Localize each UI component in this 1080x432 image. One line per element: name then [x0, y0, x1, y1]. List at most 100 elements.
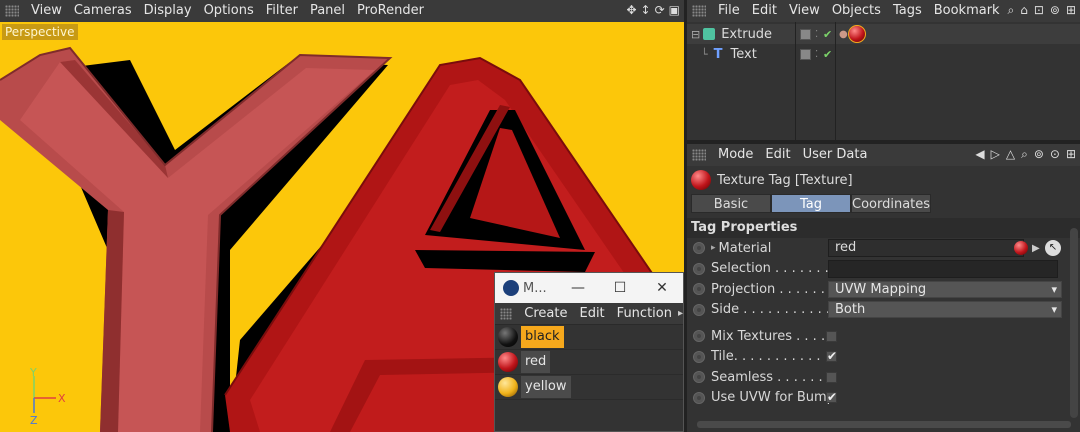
vertical-scrollbar[interactable] — [1070, 228, 1078, 418]
object-row-extrude[interactable]: ⊟ Extrude ⁚ ✔ ● — [687, 24, 1080, 44]
search-icon[interactable]: ⌕ — [1021, 147, 1028, 162]
dropdown-arrow-icon[interactable]: ▶ — [1032, 243, 1040, 254]
side-dropdown[interactable]: Both — [828, 301, 1062, 319]
menu-edit[interactable]: Edit — [759, 144, 796, 166]
new-view-icon[interactable]: ⊡ — [1034, 3, 1044, 18]
material-name[interactable]: red — [521, 351, 551, 373]
new-view-icon[interactable]: ⊙ — [1050, 147, 1060, 162]
add-panel-icon[interactable]: ⊞ — [1066, 147, 1076, 162]
enabled-check-icon[interactable]: ✔ — [823, 48, 832, 61]
rotate-view-icon[interactable]: ⟳ — [655, 3, 665, 17]
seamless-checkbox[interactable] — [826, 371, 837, 383]
menu-more-icon[interactable]: ▸ — [678, 308, 683, 319]
menu-bookmarks[interactable]: Bookmark — [928, 0, 1006, 22]
grip-icon[interactable] — [692, 5, 706, 17]
material-manager-window[interactable]: M... — ☐ ✕ Create Edit Function ▸ black … — [494, 272, 684, 432]
menu-mode[interactable]: Mode — [712, 144, 759, 166]
animation-radio[interactable] — [693, 330, 705, 343]
enabled-check-icon[interactable]: ✔ — [823, 28, 832, 41]
selection-field[interactable] — [828, 259, 1058, 278]
add-panel-icon[interactable]: ⊞ — [1066, 3, 1076, 18]
uvw-bump-checkbox[interactable]: ✔ — [826, 391, 837, 404]
menu-create[interactable]: Create — [518, 303, 573, 325]
projection-dropdown[interactable]: UVW Mapping — [828, 280, 1062, 298]
column-divider[interactable] — [835, 22, 836, 144]
layer-flag-icon[interactable] — [800, 28, 811, 40]
menu-filter[interactable]: Filter — [260, 0, 304, 22]
object-name[interactable]: Extrude — [721, 27, 772, 42]
menu-tags[interactable]: Tags — [887, 0, 928, 22]
camera-label[interactable]: Perspective — [2, 24, 78, 40]
tab-tag[interactable]: Tag — [771, 194, 851, 213]
move-view-icon[interactable]: ✥ — [626, 3, 636, 17]
back-arrow-icon[interactable]: ◀ — [975, 147, 984, 162]
close-button[interactable]: ✕ — [641, 280, 683, 296]
menu-file[interactable]: File — [712, 0, 746, 22]
expand-arrow-icon[interactable]: ▸ — [711, 243, 716, 253]
horizontal-scrollbar[interactable] — [697, 421, 1071, 428]
menu-options[interactable]: Options — [198, 0, 260, 22]
menu-objects[interactable]: Objects — [826, 0, 887, 22]
lock-icon[interactable]: ⊚ — [1034, 147, 1044, 162]
menu-cameras[interactable]: Cameras — [68, 0, 138, 22]
menu-display[interactable]: Display — [138, 0, 198, 22]
up-arrow-icon[interactable]: △ — [1006, 147, 1015, 162]
grip-icon[interactable] — [500, 307, 513, 320]
material-item-black[interactable]: black — [495, 325, 683, 350]
grip-icon[interactable] — [5, 5, 19, 17]
search-icon[interactable]: ⌕ — [1007, 3, 1014, 18]
visibility-dots-icon[interactable]: ⁚ — [815, 49, 818, 60]
section-header[interactable]: Tag Properties — [687, 218, 1080, 238]
animation-radio[interactable] — [693, 242, 705, 255]
texture-tag-icon[interactable] — [848, 25, 866, 43]
material-window-titlebar[interactable]: M... — ☐ ✕ — [495, 273, 683, 303]
menu-function[interactable]: Function — [611, 303, 678, 325]
animation-radio[interactable] — [693, 303, 705, 316]
lock-icon[interactable]: ⊚ — [1050, 3, 1060, 18]
menu-edit[interactable]: Edit — [746, 0, 783, 22]
mix-textures-checkbox[interactable] — [826, 330, 837, 342]
material-ball-icon — [498, 352, 518, 372]
animation-radio[interactable] — [693, 350, 705, 363]
animation-radio[interactable] — [693, 262, 705, 275]
object-row-text[interactable]: └ T Text ⁚ ✔ — [687, 44, 1080, 64]
column-divider[interactable] — [795, 22, 796, 144]
forward-arrow-icon[interactable]: ▷ — [991, 147, 1000, 162]
object-name[interactable]: Text — [731, 47, 757, 62]
material-field[interactable]: red — [828, 239, 1024, 258]
minimize-button[interactable]: — — [557, 280, 599, 296]
menu-view[interactable]: View — [783, 0, 826, 22]
menu-user-data[interactable]: User Data — [797, 144, 874, 166]
maximize-view-icon[interactable]: ▣ — [669, 3, 680, 17]
maximize-button[interactable]: ☐ — [599, 280, 641, 296]
material-name[interactable]: black — [521, 326, 564, 348]
tab-basic[interactable]: Basic — [691, 194, 771, 213]
tab-coordinates[interactable]: Coordinates — [851, 194, 931, 213]
material-name[interactable]: yellow — [521, 376, 571, 398]
animation-radio[interactable] — [693, 391, 705, 404]
material-ball-icon — [498, 377, 518, 397]
material-window-title: M... — [523, 280, 547, 296]
home-icon[interactable]: ⌂ — [1020, 3, 1028, 18]
prop-mix-textures: Mix Textures . . . . . . — [687, 326, 1080, 347]
material-item-red[interactable]: red — [495, 350, 683, 375]
menu-prorender[interactable]: ProRender — [351, 0, 430, 22]
material-item-yellow[interactable]: yellow — [495, 375, 683, 400]
visibility-dots-icon[interactable]: ⁚ — [815, 29, 818, 40]
animation-radio[interactable] — [693, 371, 705, 384]
material-ball-icon — [498, 327, 518, 347]
layer-flag-icon[interactable] — [800, 48, 811, 60]
menu-panel[interactable]: Panel — [304, 0, 351, 22]
menu-view[interactable]: View — [25, 0, 68, 22]
grip-icon[interactable] — [692, 149, 706, 161]
axis-x-label: X — [58, 392, 66, 405]
object-list[interactable]: ⊟ Extrude ⁚ ✔ ● └ T Text ⁚ ✔ — [687, 22, 1080, 144]
tile-checkbox[interactable]: ✔ — [826, 350, 837, 363]
menu-edit[interactable]: Edit — [573, 303, 610, 325]
material-preview-icon — [1014, 241, 1028, 256]
phong-tag-icon[interactable]: ● — [839, 29, 848, 40]
pick-cursor-icon[interactable]: ↖ — [1045, 240, 1061, 257]
animation-radio[interactable] — [693, 283, 705, 296]
zoom-view-icon[interactable]: ↕ — [641, 3, 651, 17]
collapse-icon[interactable]: ⊟ — [691, 28, 700, 41]
